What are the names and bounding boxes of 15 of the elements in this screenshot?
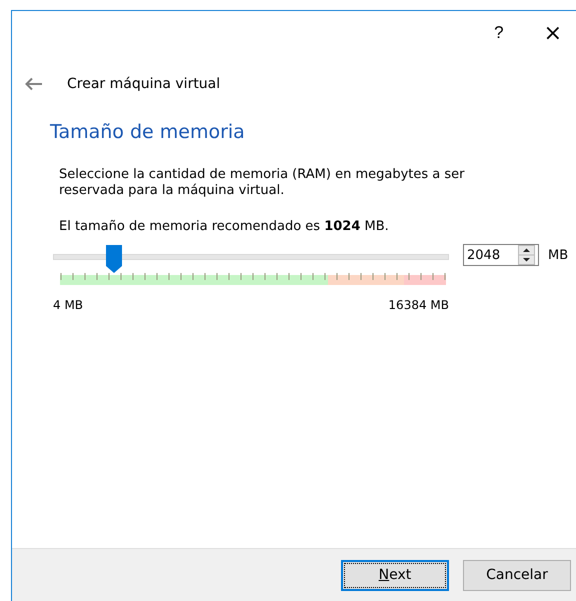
- description-text: Seleccione la cantidad de memoria (RAM) en megabytes a ser reservada para la máquina virtual.: [59, 167, 466, 199]
- recommendation-text: El tamaño de memoria recomendado es 1024 MB.: [59, 219, 390, 234]
- slider-handle[interactable]: [106, 245, 122, 273]
- help-button[interactable]: ?: [494, 23, 504, 43]
- page-heading: Tamaño de memoria: [50, 121, 246, 143]
- max-label: 16384 MB: [388, 298, 449, 312]
- unit-label: MB: [548, 248, 568, 263]
- memory-spinbox[interactable]: 2048: [463, 244, 539, 266]
- dialog-button[interactable]: Next: [341, 560, 449, 590]
- spin-arrows-icon[interactable]: [518, 245, 535, 265]
- min-label: 4 MB: [53, 298, 84, 312]
- close-button[interactable]: ×: [544, 20, 562, 46]
- back-arrow-icon[interactable]: [25, 77, 43, 91]
- dialog-button[interactable]: Cancelar: [463, 560, 571, 590]
- wizard-title: Crear máquina virtual: [67, 76, 220, 92]
